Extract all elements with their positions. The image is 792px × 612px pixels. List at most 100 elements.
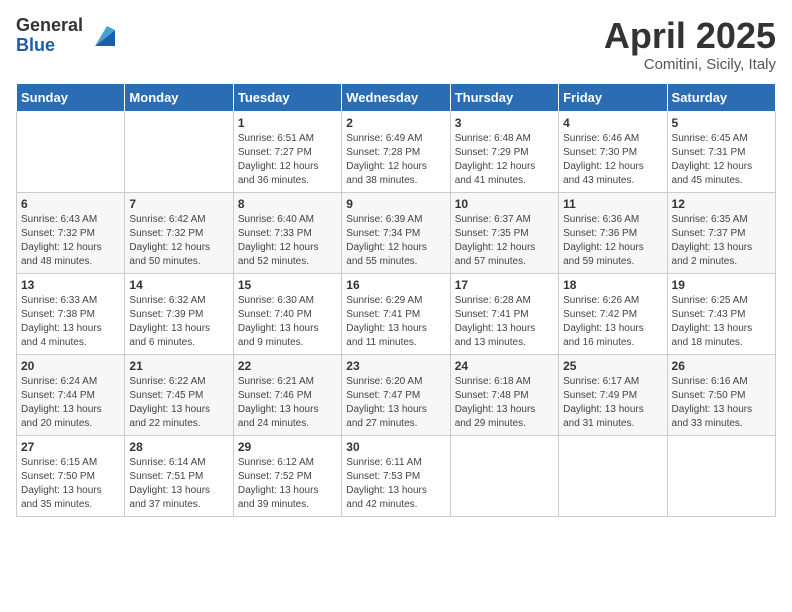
calendar-table: SundayMondayTuesdayWednesdayThursdayFrid… <box>16 83 776 517</box>
day-number: 30 <box>346 440 445 454</box>
day-info: Sunrise: 6:20 AM Sunset: 7:47 PM Dayligh… <box>346 375 445 431</box>
title-block: April 2025 Comitini, Sicily, Italy <box>604 16 776 73</box>
calendar-cell: 23 Sunrise: 6:20 AM Sunset: 7:47 PM Dayli… <box>342 354 450 435</box>
calendar-cell: 15 Sunrise: 6:30 AM Sunset: 7:40 PM Dayli… <box>233 273 341 354</box>
location: Comitini, Sicily, Italy <box>604 56 776 73</box>
day-info: Sunrise: 6:51 AM Sunset: 7:27 PM Dayligh… <box>238 132 337 188</box>
day-number: 12 <box>672 197 771 211</box>
day-info: Sunrise: 6:33 AM Sunset: 7:38 PM Dayligh… <box>21 294 120 350</box>
day-info: Sunrise: 6:28 AM Sunset: 7:41 PM Dayligh… <box>455 294 554 350</box>
calendar-cell <box>17 111 125 192</box>
month-title: April 2025 <box>604 16 776 56</box>
day-number: 14 <box>129 278 228 292</box>
day-number: 26 <box>672 359 771 373</box>
calendar-header-row: SundayMondayTuesdayWednesdayThursdayFrid… <box>17 83 776 111</box>
day-info: Sunrise: 6:16 AM Sunset: 7:50 PM Dayligh… <box>672 375 771 431</box>
day-number: 10 <box>455 197 554 211</box>
day-number: 19 <box>672 278 771 292</box>
day-info: Sunrise: 6:25 AM Sunset: 7:43 PM Dayligh… <box>672 294 771 350</box>
week-row-2: 6 Sunrise: 6:43 AM Sunset: 7:32 PM Daylig… <box>17 192 776 273</box>
day-number: 1 <box>238 116 337 130</box>
day-info: Sunrise: 6:35 AM Sunset: 7:37 PM Dayligh… <box>672 213 771 269</box>
day-info: Sunrise: 6:29 AM Sunset: 7:41 PM Dayligh… <box>346 294 445 350</box>
day-number: 4 <box>563 116 662 130</box>
day-number: 13 <box>21 278 120 292</box>
calendar-cell: 11 Sunrise: 6:36 AM Sunset: 7:36 PM Dayli… <box>559 192 667 273</box>
week-row-4: 20 Sunrise: 6:24 AM Sunset: 7:44 PM Dayli… <box>17 354 776 435</box>
calendar-cell: 12 Sunrise: 6:35 AM Sunset: 7:37 PM Dayli… <box>667 192 775 273</box>
calendar-cell: 2 Sunrise: 6:49 AM Sunset: 7:28 PM Daylig… <box>342 111 450 192</box>
calendar-cell: 22 Sunrise: 6:21 AM Sunset: 7:46 PM Dayli… <box>233 354 341 435</box>
day-info: Sunrise: 6:32 AM Sunset: 7:39 PM Dayligh… <box>129 294 228 350</box>
day-number: 9 <box>346 197 445 211</box>
calendar-cell: 20 Sunrise: 6:24 AM Sunset: 7:44 PM Dayli… <box>17 354 125 435</box>
day-number: 11 <box>563 197 662 211</box>
day-info: Sunrise: 6:37 AM Sunset: 7:35 PM Dayligh… <box>455 213 554 269</box>
day-number: 20 <box>21 359 120 373</box>
day-number: 6 <box>21 197 120 211</box>
day-info: Sunrise: 6:21 AM Sunset: 7:46 PM Dayligh… <box>238 375 337 431</box>
day-number: 22 <box>238 359 337 373</box>
calendar-cell: 17Sunrise: 6:28 AM Sunset: 7:41 PM Dayli… <box>450 273 558 354</box>
day-number: 21 <box>129 359 228 373</box>
page-header: General Blue April 2025 Comitini, Sicily… <box>16 16 776 73</box>
day-info: Sunrise: 6:18 AM Sunset: 7:48 PM Dayligh… <box>455 375 554 431</box>
day-info: Sunrise: 6:11 AM Sunset: 7:53 PM Dayligh… <box>346 456 445 512</box>
day-info: Sunrise: 6:26 AM Sunset: 7:42 PM Dayligh… <box>563 294 662 350</box>
calendar-cell: 27Sunrise: 6:15 AM Sunset: 7:50 PM Dayli… <box>17 435 125 516</box>
day-number: 8 <box>238 197 337 211</box>
calendar-cell <box>450 435 558 516</box>
day-number: 2 <box>346 116 445 130</box>
calendar-cell: 25 Sunrise: 6:17 AM Sunset: 7:49 PM Dayli… <box>559 354 667 435</box>
calendar-body: 1 Sunrise: 6:51 AM Sunset: 7:27 PM Daylig… <box>17 111 776 516</box>
logo: General Blue <box>16 16 115 56</box>
calendar-cell: 4 Sunrise: 6:46 AM Sunset: 7:30 PM Daylig… <box>559 111 667 192</box>
day-number: 3 <box>455 116 554 130</box>
day-number: 27 <box>21 440 120 454</box>
day-header-saturday: Saturday <box>667 83 775 111</box>
day-info: Sunrise: 6:49 AM Sunset: 7:28 PM Dayligh… <box>346 132 445 188</box>
calendar-cell: 18 Sunrise: 6:26 AM Sunset: 7:42 PM Dayli… <box>559 273 667 354</box>
logo-general-text: General <box>16 16 83 36</box>
day-number: 28 <box>129 440 228 454</box>
day-number: 18 <box>563 278 662 292</box>
calendar-cell: 16Sunrise: 6:29 AM Sunset: 7:41 PM Dayli… <box>342 273 450 354</box>
calendar-cell <box>667 435 775 516</box>
day-info: Sunrise: 6:17 AM Sunset: 7:49 PM Dayligh… <box>563 375 662 431</box>
day-info: Sunrise: 6:43 AM Sunset: 7:32 PM Dayligh… <box>21 213 120 269</box>
day-number: 5 <box>672 116 771 130</box>
day-info: Sunrise: 6:30 AM Sunset: 7:40 PM Dayligh… <box>238 294 337 350</box>
day-header-friday: Friday <box>559 83 667 111</box>
calendar-cell: 29 Sunrise: 6:12 AM Sunset: 7:52 PM Dayli… <box>233 435 341 516</box>
day-info: Sunrise: 6:40 AM Sunset: 7:33 PM Dayligh… <box>238 213 337 269</box>
week-row-1: 1 Sunrise: 6:51 AM Sunset: 7:27 PM Daylig… <box>17 111 776 192</box>
day-number: 25 <box>563 359 662 373</box>
day-info: Sunrise: 6:46 AM Sunset: 7:30 PM Dayligh… <box>563 132 662 188</box>
calendar-cell: 30 Sunrise: 6:11 AM Sunset: 7:53 PM Dayli… <box>342 435 450 516</box>
logo-blue-text: Blue <box>16 36 83 56</box>
week-row-5: 27Sunrise: 6:15 AM Sunset: 7:50 PM Dayli… <box>17 435 776 516</box>
day-header-thursday: Thursday <box>450 83 558 111</box>
calendar-cell: 19 Sunrise: 6:25 AM Sunset: 7:43 PM Dayli… <box>667 273 775 354</box>
day-header-wednesday: Wednesday <box>342 83 450 111</box>
day-info: Sunrise: 6:24 AM Sunset: 7:44 PM Dayligh… <box>21 375 120 431</box>
day-number: 15 <box>238 278 337 292</box>
calendar-cell: 13 Sunrise: 6:33 AM Sunset: 7:38 PM Dayli… <box>17 273 125 354</box>
calendar-cell: 8 Sunrise: 6:40 AM Sunset: 7:33 PM Daylig… <box>233 192 341 273</box>
day-info: Sunrise: 6:39 AM Sunset: 7:34 PM Dayligh… <box>346 213 445 269</box>
day-number: 7 <box>129 197 228 211</box>
calendar-cell: 21Sunrise: 6:22 AM Sunset: 7:45 PM Dayli… <box>125 354 233 435</box>
calendar-cell: 1 Sunrise: 6:51 AM Sunset: 7:27 PM Daylig… <box>233 111 341 192</box>
calendar-cell: 10 Sunrise: 6:37 AM Sunset: 7:35 PM Dayli… <box>450 192 558 273</box>
calendar-cell: 7Sunrise: 6:42 AM Sunset: 7:32 PM Daylig… <box>125 192 233 273</box>
day-number: 24 <box>455 359 554 373</box>
day-info: Sunrise: 6:36 AM Sunset: 7:36 PM Dayligh… <box>563 213 662 269</box>
day-info: Sunrise: 6:12 AM Sunset: 7:52 PM Dayligh… <box>238 456 337 512</box>
calendar-cell: 6 Sunrise: 6:43 AM Sunset: 7:32 PM Daylig… <box>17 192 125 273</box>
day-number: 23 <box>346 359 445 373</box>
day-number: 29 <box>238 440 337 454</box>
day-info: Sunrise: 6:48 AM Sunset: 7:29 PM Dayligh… <box>455 132 554 188</box>
day-header-tuesday: Tuesday <box>233 83 341 111</box>
calendar-cell: 24 Sunrise: 6:18 AM Sunset: 7:48 PM Dayli… <box>450 354 558 435</box>
calendar-cell: 14 Sunrise: 6:32 AM Sunset: 7:39 PM Dayli… <box>125 273 233 354</box>
